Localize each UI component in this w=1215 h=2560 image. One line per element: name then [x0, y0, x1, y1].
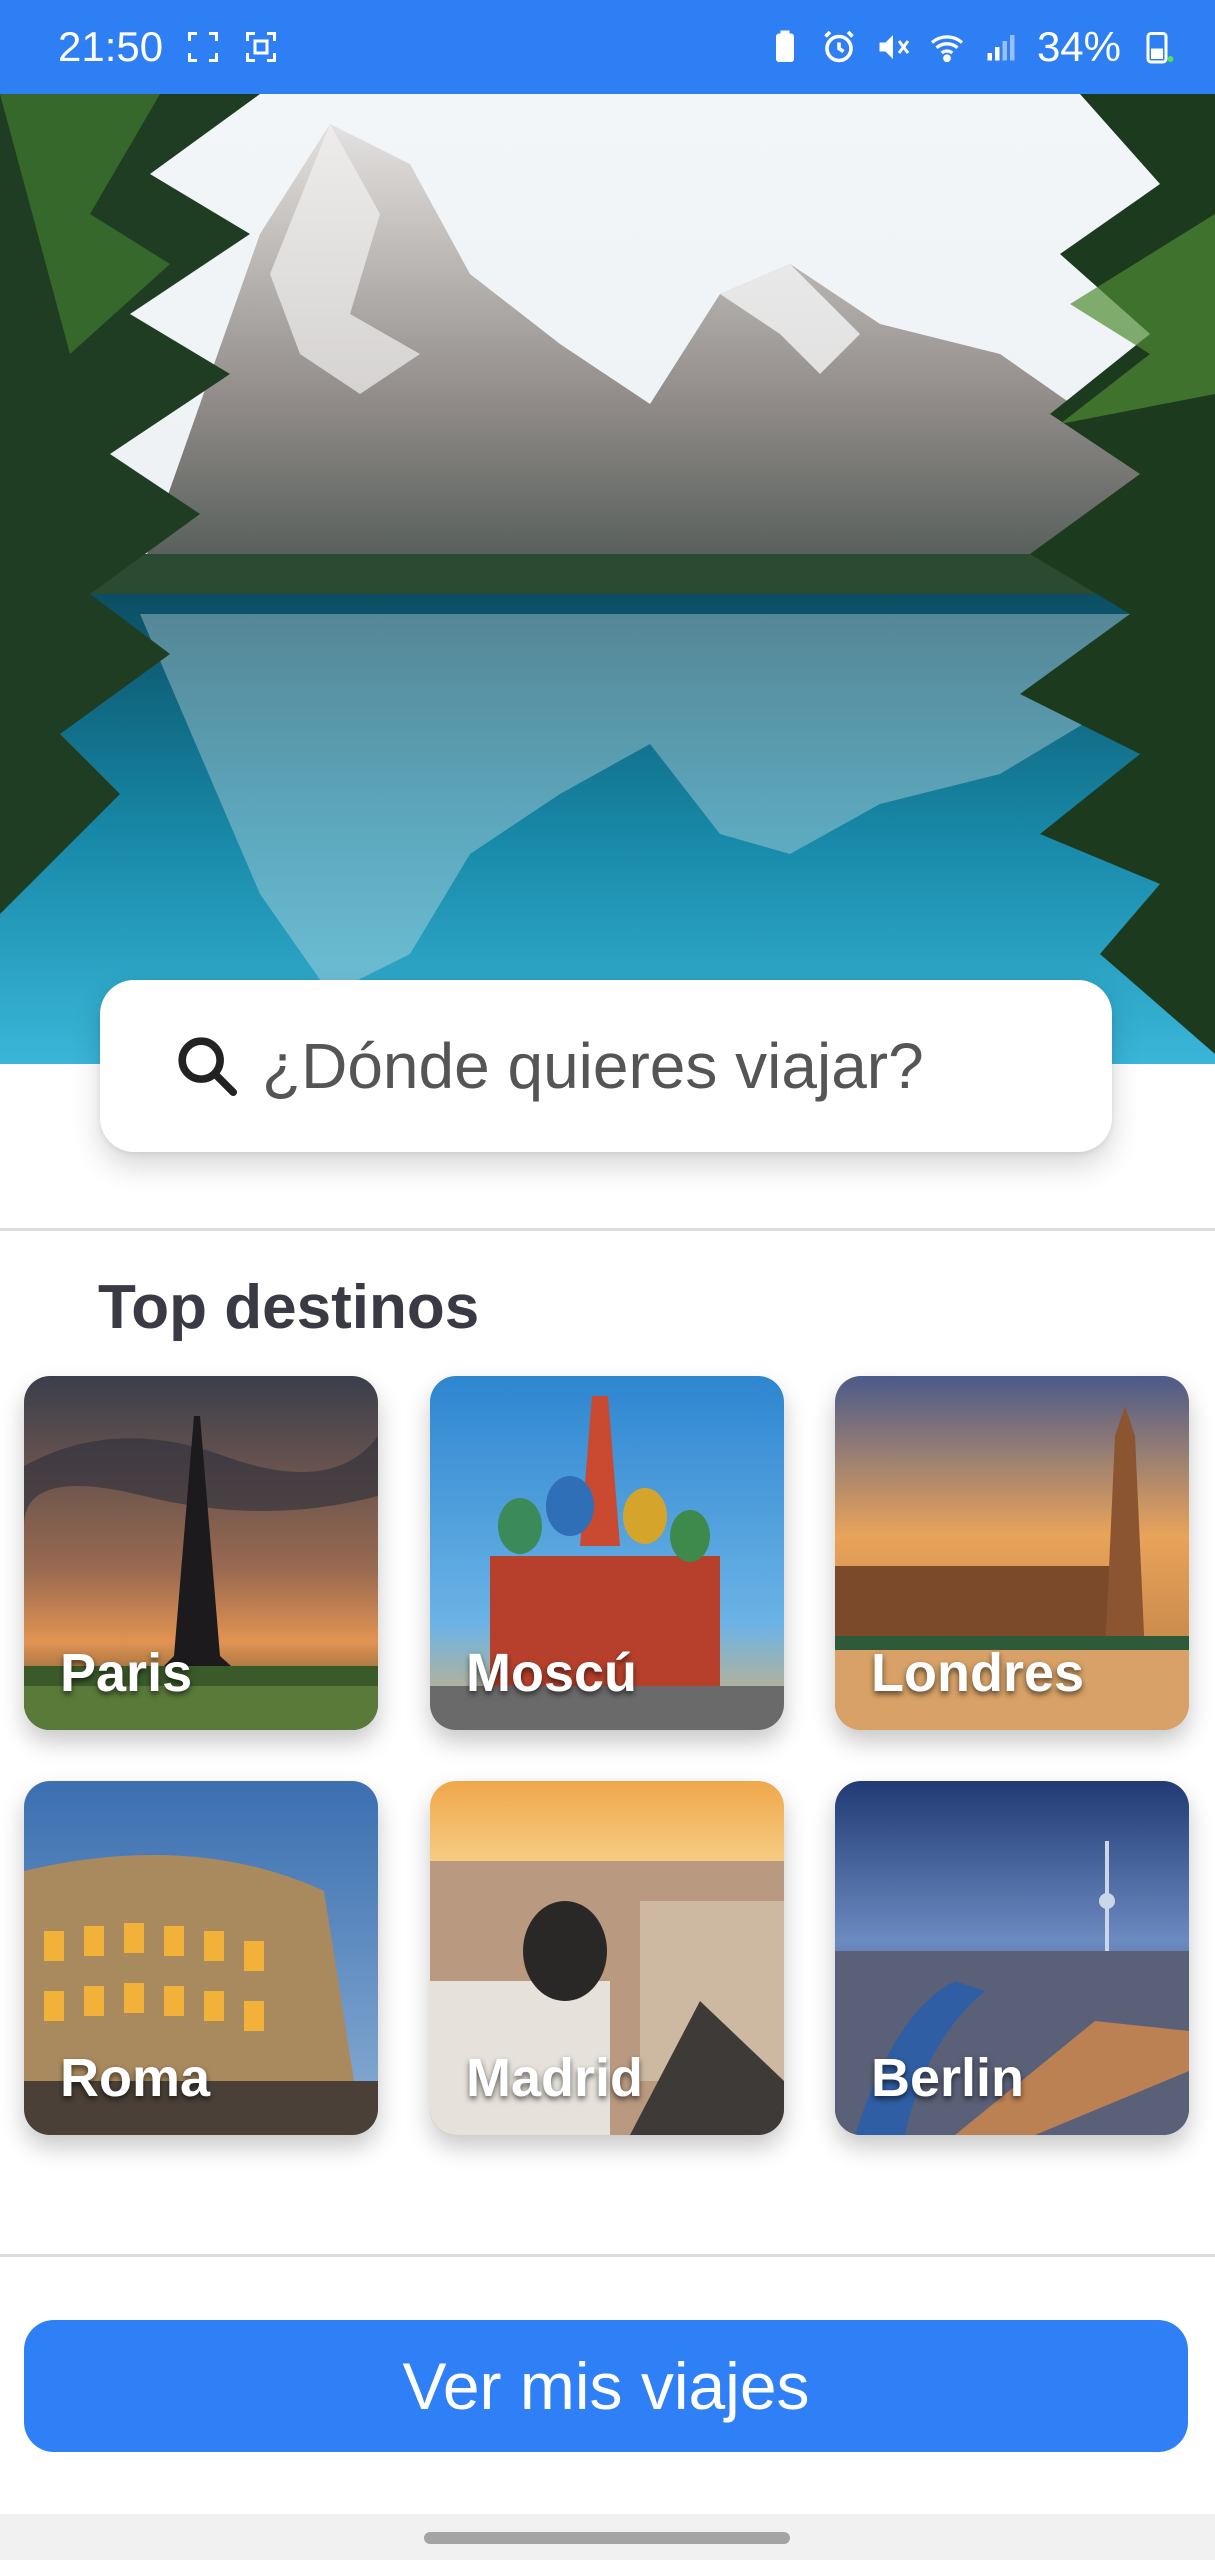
search-input[interactable]: ¿Dónde quieres viajar? — [100, 980, 1112, 1152]
destination-label: Moscú — [466, 1643, 638, 1703]
destination-label: Londres — [871, 1643, 1085, 1703]
battery-percentage: 34% — [1036, 23, 1121, 70]
section-title: Top destinos — [98, 1273, 480, 1342]
destination-card-madrid[interactable]: Madrid — [430, 1781, 784, 2135]
destination-label: Madrid — [466, 2048, 644, 2108]
divider — [0, 1228, 1215, 1231]
destination-card-paris[interactable]: Paris — [24, 1376, 378, 1730]
search-placeholder: ¿Dónde quieres viajar? — [262, 1030, 924, 1102]
view-trips-button[interactable]: Ver mis viajes — [24, 2320, 1188, 2452]
search-icon — [178, 1037, 238, 1097]
destination-card-moscu[interactable]: Moscú — [430, 1376, 784, 1730]
destination-label: Roma — [60, 2048, 211, 2108]
mute-icon — [879, 35, 910, 59]
destination-card-roma[interactable]: Roma — [24, 1781, 378, 2135]
alarm-icon — [824, 30, 854, 63]
destination-card-berlin[interactable]: Berlin — [835, 1781, 1189, 2135]
screenshot-icon — [188, 32, 219, 62]
destination-card-londres[interactable]: Londres — [835, 1376, 1189, 1730]
wifi-icon — [930, 35, 963, 63]
status-bar: 21:50 34% — [0, 0, 1215, 94]
status-time: 21:50 — [58, 23, 164, 70]
destination-label: Berlin — [871, 2048, 1025, 2108]
battery-icon — [1146, 32, 1174, 64]
signal-icon — [987, 35, 1015, 61]
scan-icon — [246, 32, 277, 62]
home-indicator[interactable] — [424, 2532, 790, 2544]
destination-label: Paris — [60, 1643, 193, 1703]
battery-saver-icon — [775, 30, 794, 62]
hero-image — [0, 94, 1215, 1064]
divider — [0, 2254, 1215, 2257]
